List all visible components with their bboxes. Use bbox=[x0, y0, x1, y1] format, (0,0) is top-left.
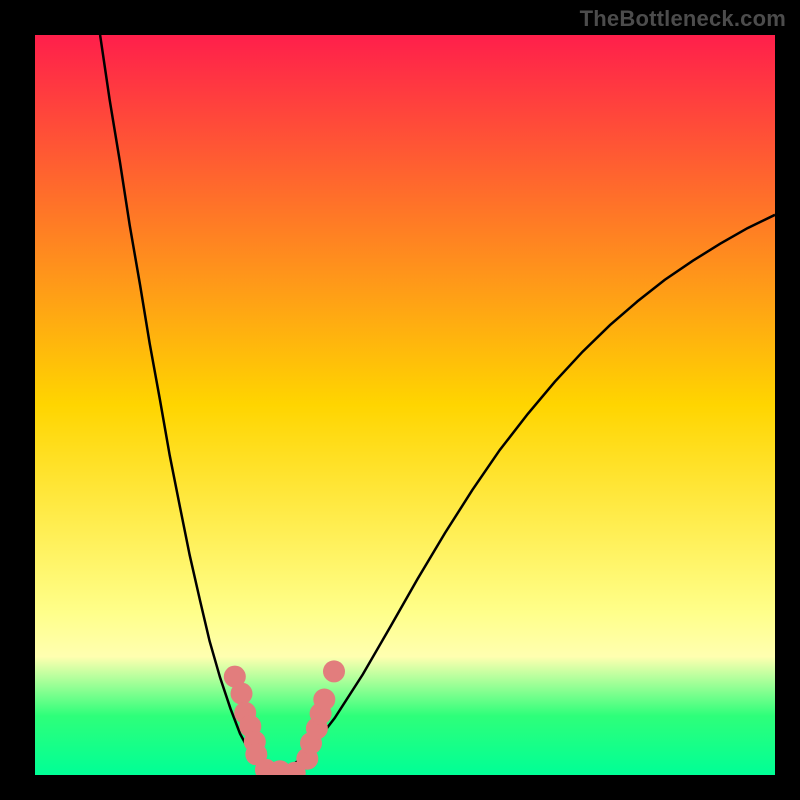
data-marker bbox=[231, 683, 253, 705]
plot-area bbox=[35, 35, 775, 775]
watermark-text: TheBottleneck.com bbox=[580, 6, 786, 32]
chart-container: TheBottleneck.com line bbox=[0, 0, 800, 800]
gradient-background bbox=[35, 35, 775, 775]
data-marker bbox=[323, 660, 345, 682]
bottleneck-chart bbox=[35, 35, 775, 775]
data-marker bbox=[313, 689, 335, 711]
